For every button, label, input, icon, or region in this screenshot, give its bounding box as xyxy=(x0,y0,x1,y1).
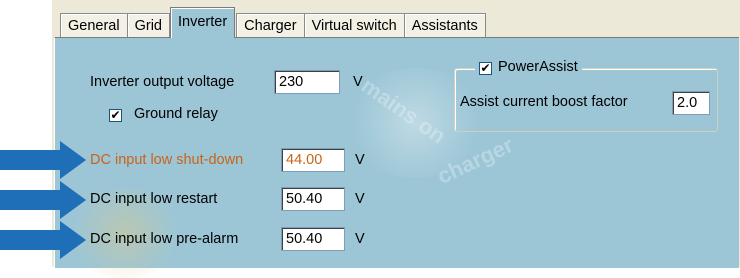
tab-assistants[interactable]: Assistants xyxy=(403,13,486,38)
ground-relay-checkbox[interactable]: ✔ xyxy=(109,109,122,122)
restart-input[interactable] xyxy=(281,187,345,211)
ground-relay-label: Ground relay xyxy=(134,106,218,122)
powerassist-label: PowerAssist xyxy=(498,59,578,75)
arrow-restart-icon xyxy=(0,181,86,219)
tab-general[interactable]: General xyxy=(60,13,128,38)
tab-grid[interactable]: Grid xyxy=(126,13,170,38)
powerassist-checkbox[interactable]: ✔ xyxy=(479,62,492,75)
output-voltage-unit: V xyxy=(353,74,363,90)
powerassist-legend: ✔ PowerAssist xyxy=(475,59,582,75)
watermark: mains on xyxy=(356,72,451,149)
tab-bar: General Grid Inverter Charger Virtual sw… xyxy=(60,6,486,38)
watermark: charger xyxy=(433,132,518,189)
output-voltage-label: Inverter output voltage xyxy=(90,74,235,90)
arrow-prealarm-icon xyxy=(0,221,86,259)
restart-label: DC input low restart xyxy=(90,191,218,207)
tab-charger[interactable]: Charger xyxy=(236,13,305,38)
arrow-shutdown-icon xyxy=(0,141,86,179)
boost-factor-label: Assist current boost factor xyxy=(460,94,628,110)
shutdown-input[interactable] xyxy=(281,148,345,172)
tab-virtual-switch[interactable]: Virtual switch xyxy=(303,13,405,38)
prealarm-unit: V xyxy=(355,231,365,247)
output-voltage-input[interactable] xyxy=(274,70,340,94)
prealarm-label: DC input low pre-alarm xyxy=(90,231,239,247)
restart-unit: V xyxy=(355,191,365,207)
boost-factor-input[interactable] xyxy=(672,91,710,115)
inverter-panel: mains on charger Inverter output voltage… xyxy=(54,37,739,278)
inverter-settings-window: General Grid Inverter Charger Virtual sw… xyxy=(52,0,740,278)
shutdown-unit: V xyxy=(355,152,365,168)
shutdown-label: DC input low shut-down xyxy=(90,152,244,168)
prealarm-input[interactable] xyxy=(281,227,345,251)
tab-inverter[interactable]: Inverter xyxy=(170,7,236,38)
